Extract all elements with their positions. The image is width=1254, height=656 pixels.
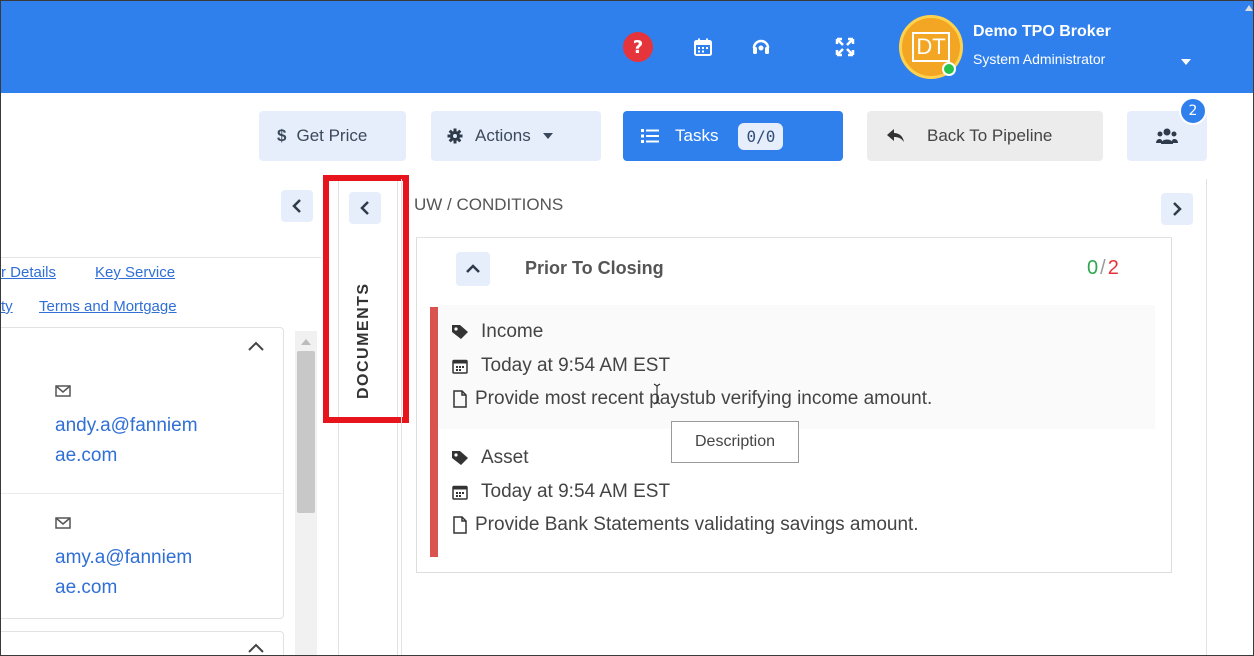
tasks-count-badge: 0/0 (738, 122, 784, 150)
condition-time: Today at 9:54 AM EST (449, 355, 670, 377)
condition-description[interactable]: Provide most recent paystub verifying in… (449, 388, 932, 410)
reply-arrow-icon (887, 129, 904, 142)
category-label: Income (481, 321, 544, 342)
conditions-title: UW / CONDITIONS (414, 195, 564, 214)
calendar-icon (694, 38, 712, 56)
tag-icon (452, 451, 468, 465)
condition-category: Income (449, 321, 543, 343)
contact-email[interactable]: amy.a@fanniem ae.com (55, 543, 192, 603)
fullscreen-button[interactable] (829, 31, 861, 63)
chevron-up-icon[interactable] (247, 641, 265, 655)
progress-total: 2 (1107, 257, 1119, 279)
online-status-indicator (942, 62, 956, 76)
email-line: andy.a@fanniem (55, 415, 198, 436)
chevron-up-icon[interactable] (247, 339, 265, 353)
key-service-link[interactable]: Key Service (95, 264, 175, 281)
conditions-progress: 0/2 (1087, 257, 1119, 280)
email-line: ae.com (55, 577, 118, 598)
user-name[interactable]: Demo TPO Broker (973, 23, 1111, 41)
left-scrollbar-thumb[interactable] (297, 351, 315, 513)
text-cursor-icon (653, 383, 661, 405)
section-title: Prior To Closing (525, 258, 664, 278)
terms-and-mortgage-link[interactable]: Terms and Mortgage (39, 298, 177, 315)
support-button[interactable] (745, 31, 777, 63)
envelope-icon (55, 517, 71, 529)
tag-icon (452, 325, 468, 339)
calendar-button[interactable] (687, 31, 719, 63)
app-frame: ? DT Demo TPO Broker System Administrato… (0, 0, 1254, 656)
description-tooltip: Description (671, 421, 799, 463)
caret-down-icon (542, 133, 553, 139)
actions-button[interactable]: Actions (431, 111, 601, 161)
details-link[interactable]: r Details (1, 264, 56, 281)
user-menu-caret-icon[interactable] (1181, 59, 1191, 65)
file-icon (453, 516, 467, 534)
condition-category: Asset (449, 447, 529, 469)
highlight-box (323, 175, 409, 423)
left-panel-collapse-button[interactable] (281, 190, 313, 222)
back-to-pipeline-button[interactable]: Back To Pipeline (867, 111, 1103, 161)
email-line: amy.a@fanniem (55, 547, 193, 568)
condition-time: Today at 9:54 AM EST (449, 481, 670, 503)
file-icon (453, 390, 467, 408)
calendar-icon (452, 359, 468, 374)
description-label: Provide Bank Statements validating savin… (475, 514, 919, 535)
back-to-pipeline-label: Back To Pipeline (927, 126, 1053, 145)
fullscreen-icon (835, 37, 855, 57)
scroll-up-arrow-icon[interactable] (1245, 5, 1253, 11)
section-collapse-button[interactable] (456, 252, 490, 286)
email-line: ae.com (55, 445, 118, 466)
users-icon (1156, 128, 1178, 144)
list-icon (641, 129, 659, 143)
get-price-button[interactable]: $ Get Price (259, 111, 406, 161)
calendar-icon (452, 485, 468, 500)
chevron-up-icon (466, 264, 480, 273)
chevron-left-icon (292, 199, 301, 213)
get-price-label: Get Price (296, 126, 368, 145)
left-panel-divider (1, 257, 321, 258)
help-icon: ? (632, 36, 644, 58)
user-avatar[interactable]: DT (899, 15, 963, 79)
help-button[interactable]: ? (623, 32, 653, 62)
avatar-initials: DT (912, 32, 950, 62)
gear-icon (447, 128, 463, 144)
partial-link[interactable]: ty (1, 298, 13, 315)
progress-separator: / (1100, 257, 1106, 279)
progress-done: 0 (1087, 257, 1099, 279)
user-role[interactable]: System Administrator (973, 51, 1105, 67)
actions-label: Actions (475, 126, 531, 145)
time-label: Today at 9:54 AM EST (481, 481, 671, 502)
conditions-expand-button[interactable] (1161, 193, 1193, 225)
time-label: Today at 9:54 AM EST (481, 355, 671, 376)
dollar-icon: $ (277, 126, 287, 145)
tasks-button[interactable]: Tasks 0/0 (623, 111, 843, 161)
condition-status-bar (430, 307, 438, 557)
category-label: Asset (481, 447, 529, 468)
tasks-label: Tasks (675, 126, 719, 145)
chevron-right-icon (1173, 202, 1182, 216)
contact-email[interactable]: andy.a@fanniem ae.com (55, 411, 198, 471)
envelope-icon (55, 385, 71, 397)
description-label: Provide most recent paystub verifying in… (475, 388, 933, 409)
condition-description[interactable]: Provide Bank Statements validating savin… (449, 514, 919, 536)
contact-separator (1, 493, 283, 494)
users-count-badge: 2 (1179, 97, 1207, 125)
scroll-up-arrow-icon[interactable] (301, 337, 311, 345)
contacts-card-2 (1, 631, 284, 655)
headset-icon (752, 39, 770, 54)
